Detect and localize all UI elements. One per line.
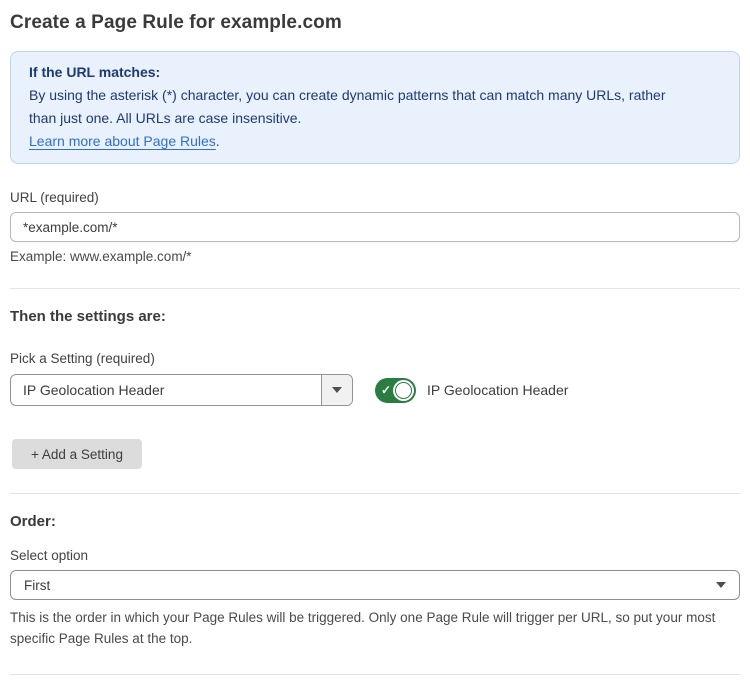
settings-section-heading: Then the settings are:	[10, 308, 740, 325]
order-help-text: This is the order in which your Page Rul…	[10, 607, 730, 649]
check-icon: ✓	[381, 384, 391, 396]
order-select[interactable]: First	[10, 570, 740, 600]
chevron-down-icon	[332, 387, 342, 393]
order-section-heading: Order:	[10, 513, 740, 530]
divider-settings-order	[10, 493, 740, 494]
setting-row: IP Geolocation Header ✓ IP Geolocation H…	[10, 374, 740, 406]
chevron-down-icon	[716, 582, 726, 588]
learn-more-link[interactable]: Learn more about Page Rules	[29, 133, 216, 149]
pick-setting-label: Pick a Setting (required)	[10, 351, 740, 366]
info-box-body: By using the asterisk (*) character, you…	[29, 84, 689, 130]
setting-select-arrow-button[interactable]	[321, 375, 352, 405]
url-example-helper: Example: www.example.com/*	[10, 249, 740, 264]
url-input[interactable]	[10, 212, 740, 242]
link-period: .	[216, 133, 220, 149]
toggle-knob	[393, 380, 414, 401]
setting-select-value: IP Geolocation Header	[11, 375, 321, 405]
url-field-label: URL (required)	[10, 190, 740, 205]
create-page-rule-form: Create a Page Rule for example.com If th…	[0, 0, 750, 687]
setting-select[interactable]: IP Geolocation Header	[10, 374, 353, 406]
order-select-value: First	[24, 578, 716, 593]
url-match-info-box: If the URL matches: By using the asteris…	[10, 51, 740, 164]
add-setting-button[interactable]: + Add a Setting	[12, 439, 142, 469]
divider-url-settings	[10, 288, 740, 289]
page-title: Create a Page Rule for example.com	[10, 12, 740, 34]
ip-geolocation-toggle[interactable]: ✓	[375, 378, 416, 403]
divider-order-actions	[10, 674, 740, 675]
toggle-label: IP Geolocation Header	[427, 382, 568, 398]
info-box-heading: If the URL matches:	[29, 61, 721, 84]
order-select-label: Select option	[10, 548, 740, 563]
info-box-link-line: Learn more about Page Rules.	[29, 130, 721, 153]
